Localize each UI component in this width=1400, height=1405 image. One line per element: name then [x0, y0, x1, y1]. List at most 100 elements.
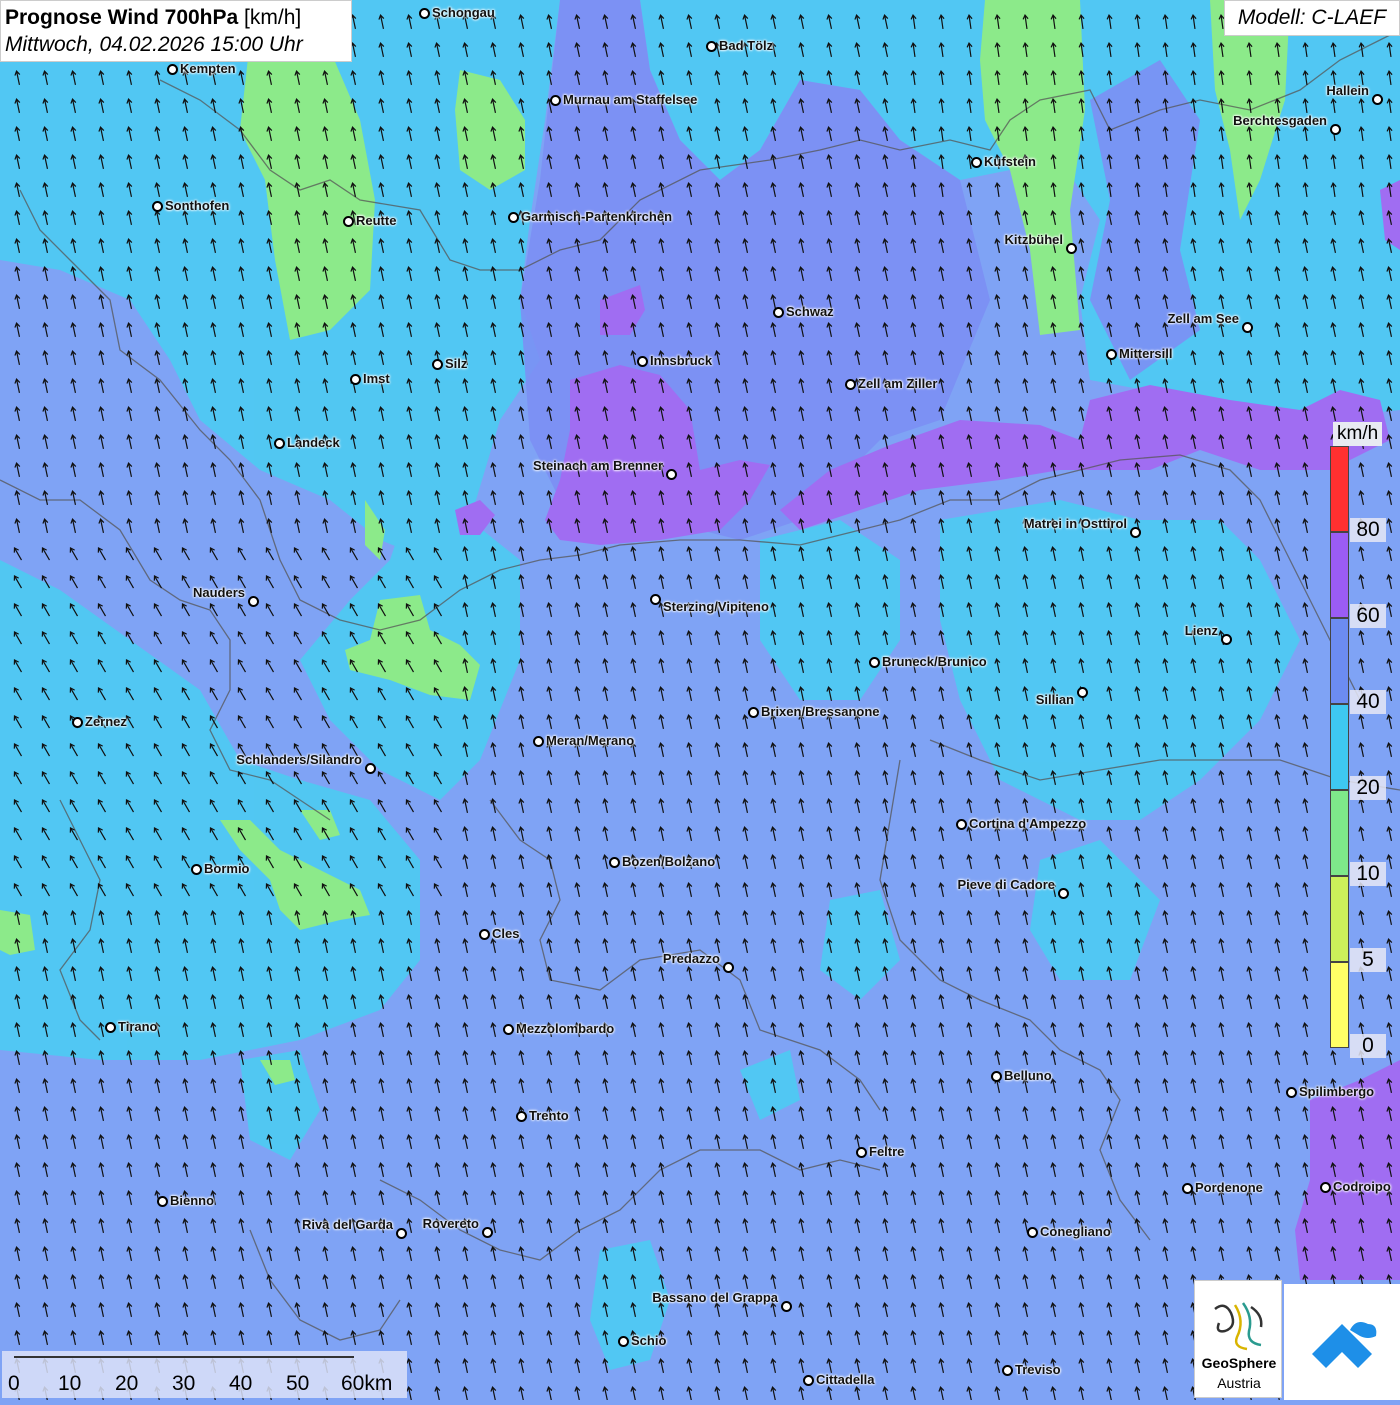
- city-label: Riva del Garda: [301, 1217, 393, 1232]
- city-label: Schongau: [432, 5, 495, 20]
- legend-color-segment: [1330, 704, 1349, 790]
- city-label: Landeck: [287, 435, 340, 450]
- city-marker[interactable]: [343, 216, 354, 227]
- city-marker[interactable]: [1330, 124, 1341, 135]
- city-marker[interactable]: [533, 736, 544, 747]
- city-marker[interactable]: [637, 356, 648, 367]
- city-label: Cles: [492, 926, 520, 941]
- city-marker[interactable]: [618, 1336, 629, 1347]
- legend-color-segment: [1330, 790, 1349, 876]
- city-marker[interactable]: [723, 962, 734, 973]
- logo-name-line1: GeoSphere: [1201, 1355, 1277, 1371]
- city-label: Nauders: [192, 585, 245, 600]
- city-marker[interactable]: [845, 379, 856, 390]
- title-main: Prognose Wind 700hPa: [5, 6, 239, 29]
- city-marker[interactable]: [1130, 527, 1141, 538]
- city-marker[interactable]: [1221, 634, 1232, 645]
- map-title: Prognose Wind 700hPa [km/h]: [5, 4, 347, 31]
- city-label: Murnau am Staffelsee: [563, 92, 698, 107]
- city-label: Sterzing/Vipiteno: [663, 599, 769, 614]
- city-marker[interactable]: [479, 929, 490, 940]
- city-label: Pordenone: [1195, 1180, 1263, 1195]
- model-label: Modell: C-LAEF: [1224, 0, 1400, 36]
- scale-label: 40: [229, 1372, 253, 1395]
- city-marker[interactable]: [991, 1071, 1002, 1082]
- city-label: Garmisch-Partenkirchen: [521, 209, 673, 224]
- city-marker[interactable]: [650, 594, 661, 605]
- city-marker[interactable]: [869, 657, 880, 668]
- city-marker[interactable]: [1242, 322, 1253, 333]
- city-label: Spilimbergo: [1299, 1084, 1375, 1099]
- legend-label: 0: [1350, 1034, 1386, 1058]
- city-label: Bassano del Grappa: [652, 1290, 778, 1305]
- city-marker[interactable]: [803, 1375, 814, 1386]
- weather-app-icon: [1312, 1322, 1377, 1368]
- city-marker[interactable]: [274, 438, 285, 449]
- city-marker[interactable]: [706, 41, 717, 52]
- legend-color-segment: [1330, 532, 1349, 618]
- city-label: Bienno: [170, 1193, 215, 1208]
- city-marker[interactable]: [748, 707, 759, 718]
- city-marker[interactable]: [1106, 349, 1117, 360]
- city-marker[interactable]: [365, 763, 376, 774]
- city-label: Bad Tölz: [719, 38, 774, 53]
- city-marker[interactable]: [152, 201, 163, 212]
- city-marker[interactable]: [1372, 94, 1383, 105]
- city-marker[interactable]: [856, 1147, 867, 1158]
- city-label: Hallein: [1326, 83, 1369, 98]
- legend-color-segment: [1330, 446, 1349, 532]
- city-marker[interactable]: [1066, 243, 1077, 254]
- city-marker[interactable]: [1320, 1182, 1331, 1193]
- city-label: Cortina d'Ampezzo: [969, 816, 1087, 831]
- city-marker[interactable]: [666, 469, 677, 480]
- city-marker[interactable]: [191, 864, 202, 875]
- legend-color-segment: [1330, 962, 1349, 1048]
- city-label: Codroipo: [1333, 1179, 1391, 1194]
- city-marker[interactable]: [350, 374, 361, 385]
- city-label: Conegliano: [1040, 1224, 1111, 1239]
- city-label: Meran/Merano: [546, 733, 635, 748]
- scale-label: 0: [8, 1372, 20, 1395]
- city-marker[interactable]: [971, 157, 982, 168]
- logo-name-line2: Austria: [1217, 1375, 1261, 1391]
- city-label: Trento: [529, 1108, 569, 1123]
- city-marker[interactable]: [956, 819, 967, 830]
- city-marker[interactable]: [482, 1227, 493, 1238]
- city-label: Cittadella: [816, 1372, 875, 1387]
- city-marker[interactable]: [72, 717, 83, 728]
- city-marker[interactable]: [508, 212, 519, 223]
- city-marker[interactable]: [609, 857, 620, 868]
- city-marker[interactable]: [157, 1196, 168, 1207]
- city-label: Zell am See: [1167, 311, 1239, 326]
- legend-unit: km/h: [1333, 422, 1383, 446]
- city-marker[interactable]: [248, 596, 259, 607]
- city-label: Feltre: [869, 1144, 905, 1159]
- city-label: Schio: [631, 1333, 667, 1348]
- city-marker[interactable]: [773, 307, 784, 318]
- city-label: Mezzolombardo: [516, 1021, 615, 1036]
- city-marker[interactable]: [1182, 1183, 1193, 1194]
- city-marker[interactable]: [503, 1024, 514, 1035]
- city-label: Bormio: [204, 861, 250, 876]
- city-marker[interactable]: [396, 1228, 407, 1239]
- city-marker[interactable]: [419, 8, 430, 19]
- city-marker[interactable]: [550, 95, 561, 106]
- city-marker[interactable]: [167, 64, 178, 75]
- city-marker[interactable]: [105, 1022, 116, 1033]
- city-marker[interactable]: [781, 1301, 792, 1312]
- city-label: Tirano: [118, 1019, 158, 1034]
- city-label: Belluno: [1004, 1068, 1052, 1083]
- scale-label: 60km: [341, 1372, 393, 1395]
- city-label: Pieve di Cadore: [957, 877, 1055, 892]
- scale-label: 10: [58, 1372, 82, 1395]
- city-label: Reutte: [356, 213, 397, 228]
- city-marker[interactable]: [1027, 1227, 1038, 1238]
- city-marker[interactable]: [516, 1111, 527, 1122]
- city-marker[interactable]: [1286, 1087, 1297, 1098]
- city-marker[interactable]: [1002, 1365, 1013, 1376]
- city-marker[interactable]: [1058, 888, 1069, 899]
- city-marker[interactable]: [432, 359, 443, 370]
- weather-app-logo[interactable]: [1284, 1284, 1400, 1400]
- city-marker[interactable]: [1077, 687, 1088, 698]
- legend-label: 5: [1350, 948, 1386, 972]
